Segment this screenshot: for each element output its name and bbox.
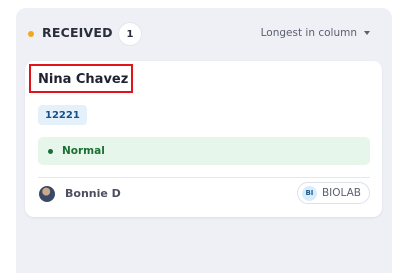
sample-id-chip: 12221: [38, 105, 87, 125]
lab-name: BIOLAB: [321, 187, 361, 199]
sample-card[interactable]: Nina Chavez 12221 Normal Bonnie D BI BIO…: [25, 61, 382, 217]
caret-down-icon: [364, 31, 370, 35]
column-count-badge: 1: [119, 23, 141, 45]
priority-badge: Normal: [38, 137, 370, 165]
avatar: [39, 186, 55, 202]
sort-dropdown-label: Longest in column: [260, 27, 357, 39]
column-header: RECEIVED 1 Longest in column: [16, 22, 392, 46]
kanban-column-received: RECEIVED 1 Longest in column Nina Chavez…: [16, 8, 392, 273]
status-dot-icon: [28, 31, 34, 37]
priority-label: Normal: [62, 145, 105, 157]
lab-initials-icon: BI: [301, 185, 317, 201]
divider: [38, 177, 370, 178]
assignee-name: Bonnie D: [65, 187, 121, 200]
card-name[interactable]: Nina Chavez: [38, 72, 128, 87]
sort-dropdown[interactable]: Longest in column: [261, 27, 370, 39]
lab-tag[interactable]: BI BIOLAB: [296, 182, 370, 204]
priority-dot-icon: [48, 148, 53, 154]
column-title: RECEIVED: [42, 25, 113, 40]
